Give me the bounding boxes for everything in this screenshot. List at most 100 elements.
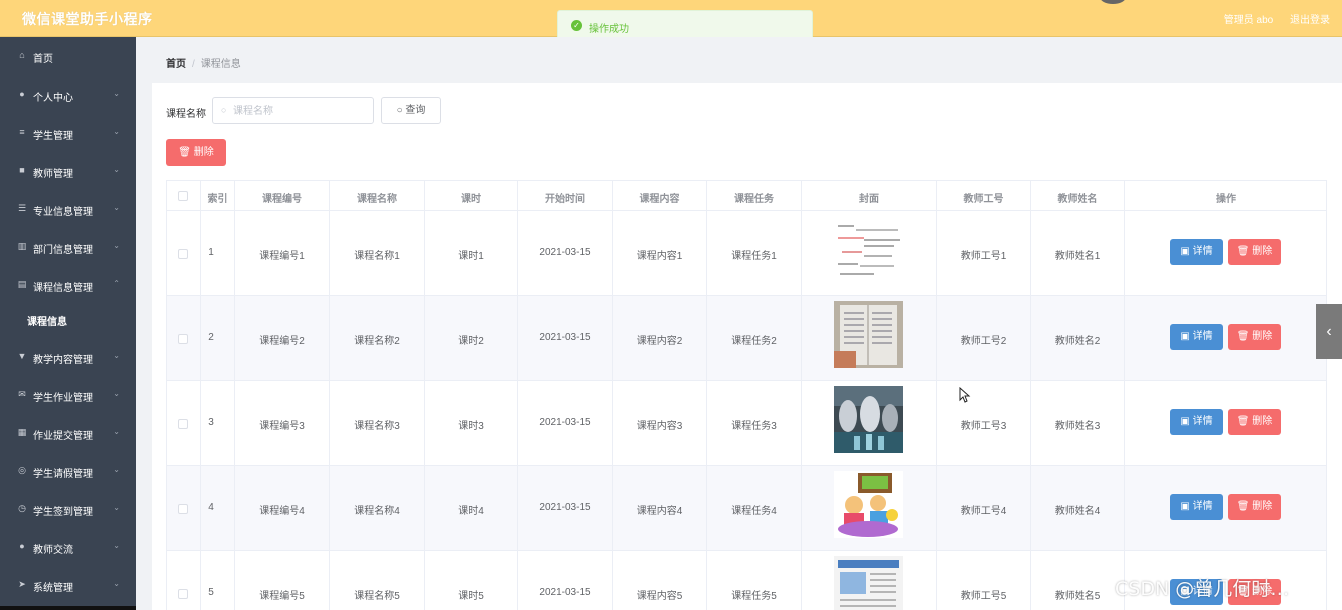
column-header: 课程内容 (639, 194, 680, 205)
chevron-down-icon: ⌄ (113, 351, 120, 360)
course-panel: 课程名称 ○ ○ 查询 🗑 删除 索引 课程编号 课程名称 课时 开始时间 课程… (152, 83, 1342, 610)
cell-start-date: 2021-03-15 (539, 417, 591, 428)
trash-icon: 🗑 (1236, 331, 1253, 342)
sidebar-item-teacher-exchange[interactable]: ● 教师交流 ⌄ (0, 531, 136, 561)
watermark: CSDN @曾几何时… (1115, 578, 1290, 600)
column-header: 课时 (461, 194, 481, 205)
sidebar-item-leave[interactable]: ◎ 学生请假管理 ⌄ (0, 455, 136, 485)
query-button[interactable]: ○ 查询 (381, 97, 441, 124)
cell-task: 课程任务3 (731, 421, 777, 432)
course-table: 索引 课程编号 课程名称 课时 开始时间 课程内容 课程任务 封面 教师工号 教… (166, 180, 1327, 610)
delete-button-label: 删除 (1252, 246, 1273, 257)
column-header: 操作 (1216, 194, 1236, 205)
detail-button[interactable]: ▣ 详情 (1170, 494, 1223, 520)
row-checkbox[interactable] (178, 334, 188, 344)
row-checkbox[interactable] (178, 504, 188, 514)
collapse-tab[interactable]: ‹ (1316, 304, 1342, 359)
search-input[interactable] (233, 102, 369, 120)
sidebar-item-label: 教师交流 (33, 545, 73, 556)
breadcrumb-home[interactable]: 首页 (166, 59, 186, 70)
sliders-icon: ☰ (17, 203, 27, 213)
cell-course-name: 课程名称2 (354, 336, 400, 347)
chevron-down-icon: ⌄ (113, 579, 120, 588)
delete-button[interactable]: 🗑 删除 (1228, 239, 1281, 265)
sidebar-item-label: 首页 (33, 54, 53, 65)
main-content: 首页 / 课程信息 课程名称 ○ ○ 查询 🗑 删除 索引 课程编号 课程名称 课时… (136, 37, 1342, 610)
toast-message: 操作成功 (589, 24, 629, 35)
trash-icon: 🗑 (1236, 416, 1253, 427)
table-row: 4 课程编号4 课程名称4 课时4 2021-03-15 课程内容4 课程任务4 (167, 466, 1326, 551)
sidebar-item-label: 课程信息管理 (33, 283, 93, 294)
batch-delete-label: 删除 (193, 147, 214, 158)
chevron-down-icon: ⌄ (113, 241, 120, 250)
sidebar-item-homework[interactable]: ✉ 学生作业管理 ⌄ (0, 379, 136, 409)
sidebar-item-label: 个人中心 (33, 93, 73, 104)
search-field[interactable]: ○ (212, 97, 374, 124)
query-button-label: 查询 (405, 105, 426, 116)
cell-teacher-id: 教师工号5 (960, 591, 1007, 602)
sidebar-bottom-bar (0, 606, 150, 610)
detail-button[interactable]: ▣ 详情 (1170, 324, 1223, 350)
cell-content: 课程内容5 (636, 591, 683, 602)
chevron-down-icon: ⌄ (113, 389, 120, 398)
sidebar-item-home[interactable]: ⌂ 首页 (0, 40, 136, 70)
sidebar-item-label: 学生作业管理 (33, 393, 93, 404)
row-checkbox[interactable] (178, 419, 188, 429)
sidebar-item-personal-center[interactable]: ● 个人中心 ⌄ (0, 79, 136, 109)
delete-button[interactable]: 🗑 删除 (1228, 494, 1281, 520)
sidebar-item-checkin[interactable]: ◷ 学生签到管理 ⌄ (0, 493, 136, 523)
cell-course-name: 课程名称4 (354, 506, 400, 517)
column-header: 封面 (859, 194, 879, 205)
chevron-down-icon: ⌄ (113, 541, 120, 550)
grid-icon: ▦ (17, 427, 27, 437)
sidebar-subitem-course-info[interactable]: 课程信息 (27, 313, 67, 328)
row-checkbox[interactable] (178, 249, 188, 259)
logout-link[interactable]: 退出登录 (1290, 15, 1330, 26)
select-all-checkbox[interactable] (178, 191, 188, 201)
chevron-down-icon: ⌄ (113, 165, 120, 174)
sidebar-item-teachers[interactable]: ■ 教师管理 ⌄ (0, 155, 136, 185)
file-icon: ▣ (1180, 501, 1193, 512)
row-checkbox[interactable] (178, 589, 188, 599)
sidebar-item-label: 学生请假管理 (33, 469, 93, 480)
mail-icon: ✉ (18, 389, 26, 399)
delete-button[interactable]: 🗑 删除 (1228, 324, 1281, 350)
cell-hours: 课时4 (458, 506, 484, 517)
cell-task: 课程任务4 (731, 506, 777, 517)
sidebar-item-label: 作业提交管理 (33, 431, 93, 442)
user-icon: ● (19, 89, 25, 99)
cell-teacher-id: 教师工号3 (960, 421, 1007, 432)
column-header: 索引 (207, 194, 228, 205)
success-toast: ✓ 操作成功 (557, 10, 813, 40)
delete-button-label: 删除 (1252, 501, 1273, 512)
table-row: 2 课程编号2 课程名称2 课时2 2021-03-15 课程内容2 课程任务2 (167, 296, 1326, 381)
avatar[interactable] (1100, 0, 1126, 4)
detail-button[interactable]: ▣ 详情 (1170, 409, 1223, 435)
sidebar-item-label: 系统管理 (33, 583, 73, 594)
breadcrumb: 首页 / 课程信息 (166, 55, 241, 70)
sidebar-item-submissions[interactable]: ▦ 作业提交管理 ⌄ (0, 417, 136, 447)
cell-index: 2 (208, 332, 214, 343)
sidebar-item-teaching-content[interactable]: ▼ 教学内容管理 ⌄ (0, 341, 136, 371)
sidebar-item-departments[interactable]: ▥ 部门信息管理 ⌄ (0, 231, 136, 261)
sidebar-item-majors[interactable]: ☰ 专业信息管理 ⌄ (0, 193, 136, 223)
cell-teacher-name: 教师姓名5 (1054, 591, 1101, 602)
batch-delete-button[interactable]: 🗑 删除 (166, 139, 226, 166)
trash-icon: 🗑 (1236, 246, 1253, 257)
cover-image (834, 216, 903, 283)
cover-image (834, 556, 903, 610)
sidebar-item-students[interactable]: ≡ 学生管理 ⌄ (0, 117, 136, 147)
check-circle-icon: ✓ (571, 20, 582, 31)
cell-teacher-name: 教师姓名4 (1054, 506, 1101, 517)
detail-button[interactable]: ▣ 详情 (1170, 239, 1223, 265)
sidebar-item-courses[interactable]: ▤ 课程信息管理 ⌃ (0, 269, 136, 299)
sidebar-item-system[interactable]: ➤ 系统管理 ⌄ (0, 569, 136, 599)
delete-button[interactable]: 🗑 删除 (1228, 409, 1281, 435)
cell-teacher-id: 教师工号1 (960, 251, 1007, 262)
cell-index: 3 (208, 417, 214, 428)
cell-hours: 课时3 (458, 421, 484, 432)
cell-hours: 课时5 (458, 591, 484, 602)
trash-icon: 🗑 (1236, 501, 1253, 512)
sidebar-item-label: 部门信息管理 (33, 245, 93, 256)
cell-index: 4 (208, 502, 214, 513)
